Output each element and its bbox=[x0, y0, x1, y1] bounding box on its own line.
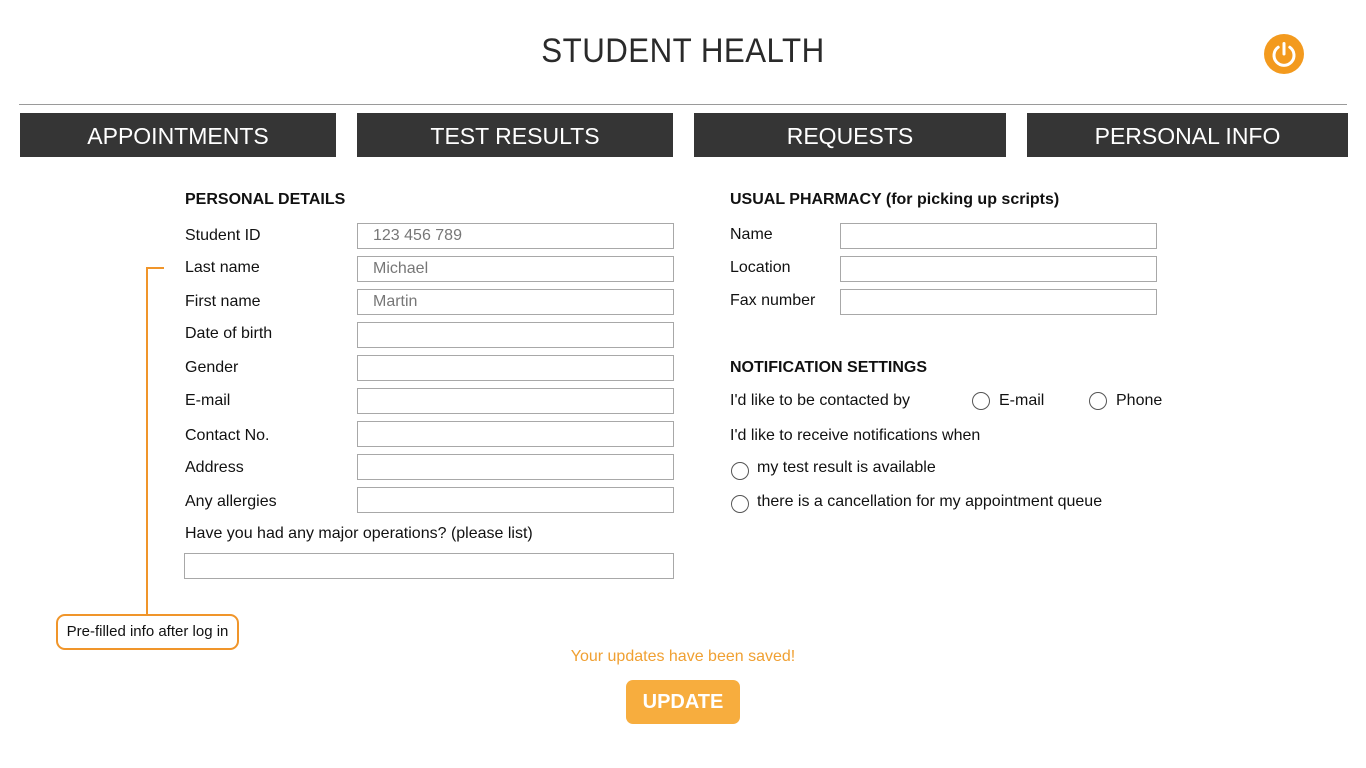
pharmacy-fax-label: Fax number bbox=[730, 292, 816, 309]
last-name-label: Last name bbox=[185, 259, 260, 276]
notify-test-result-radio[interactable] bbox=[731, 462, 749, 480]
logout-button[interactable] bbox=[1264, 34, 1304, 74]
notify-cancellation-radio[interactable] bbox=[731, 495, 749, 513]
date-of-birth-label: Date of birth bbox=[185, 325, 273, 342]
email-field[interactable] bbox=[357, 388, 674, 414]
pharmacy-fax-field[interactable] bbox=[840, 289, 1157, 315]
power-icon bbox=[1272, 42, 1296, 67]
contact-no-field[interactable] bbox=[357, 421, 674, 447]
gender-field[interactable] bbox=[357, 355, 674, 381]
date-of-birth-field[interactable] bbox=[357, 322, 674, 348]
allergies-field[interactable] bbox=[357, 487, 674, 513]
address-field[interactable] bbox=[357, 454, 674, 480]
pharmacy-heading: USUAL PHARMACY (for picking up scripts) bbox=[730, 191, 1060, 208]
update-button[interactable]: UPDATE bbox=[626, 680, 740, 724]
prefilled-info-callout: Pre-filled info after log in bbox=[56, 614, 239, 650]
notify-cancellation-label: there is a cancellation for my appointme… bbox=[757, 493, 1103, 510]
personal-details-heading: PERSONAL DETAILS bbox=[185, 191, 346, 208]
student-id-label: Student ID bbox=[185, 227, 261, 244]
first-name-label: First name bbox=[185, 293, 261, 310]
pharmacy-location-field[interactable] bbox=[840, 256, 1157, 282]
contact-phone-label: Phone bbox=[1116, 392, 1163, 409]
callout-connector bbox=[146, 267, 164, 269]
notification-settings-heading: NOTIFICATION SETTINGS bbox=[730, 359, 928, 376]
allergies-label: Any allergies bbox=[185, 493, 277, 510]
student-id-field[interactable] bbox=[357, 223, 674, 249]
notify-test-result-label: my test result is available bbox=[757, 459, 936, 476]
operations-label: Have you had any major operations? (plea… bbox=[185, 525, 533, 542]
operations-field[interactable] bbox=[184, 553, 674, 579]
page-title: STUDENT HEALTH bbox=[541, 32, 825, 70]
contact-email-radio[interactable] bbox=[972, 392, 990, 410]
pharmacy-name-label: Name bbox=[730, 226, 773, 243]
tab-test-results[interactable]: TEST RESULTS bbox=[357, 113, 673, 157]
contact-no-label: Contact No. bbox=[185, 427, 270, 444]
header-divider bbox=[19, 104, 1347, 105]
notify-when-label: I'd like to receive notifications when bbox=[730, 427, 981, 444]
email-label: E-mail bbox=[185, 392, 231, 409]
contact-email-label: E-mail bbox=[999, 392, 1045, 409]
contact-phone-radio[interactable] bbox=[1089, 392, 1107, 410]
saved-message: Your updates have been saved! bbox=[570, 648, 796, 665]
pharmacy-location-label: Location bbox=[730, 259, 791, 276]
callout-connector bbox=[146, 267, 148, 615]
last-name-field[interactable] bbox=[357, 256, 674, 282]
address-label: Address bbox=[185, 459, 244, 476]
pharmacy-name-field[interactable] bbox=[840, 223, 1157, 249]
first-name-field[interactable] bbox=[357, 289, 674, 315]
contact-preference-label: I'd like to be contacted by bbox=[730, 392, 911, 409]
tab-appointments[interactable]: APPOINTMENTS bbox=[20, 113, 336, 157]
tab-requests[interactable]: REQUESTS bbox=[694, 113, 1006, 157]
tab-personal-info[interactable]: PERSONAL INFO bbox=[1027, 113, 1348, 157]
gender-label: Gender bbox=[185, 359, 239, 376]
